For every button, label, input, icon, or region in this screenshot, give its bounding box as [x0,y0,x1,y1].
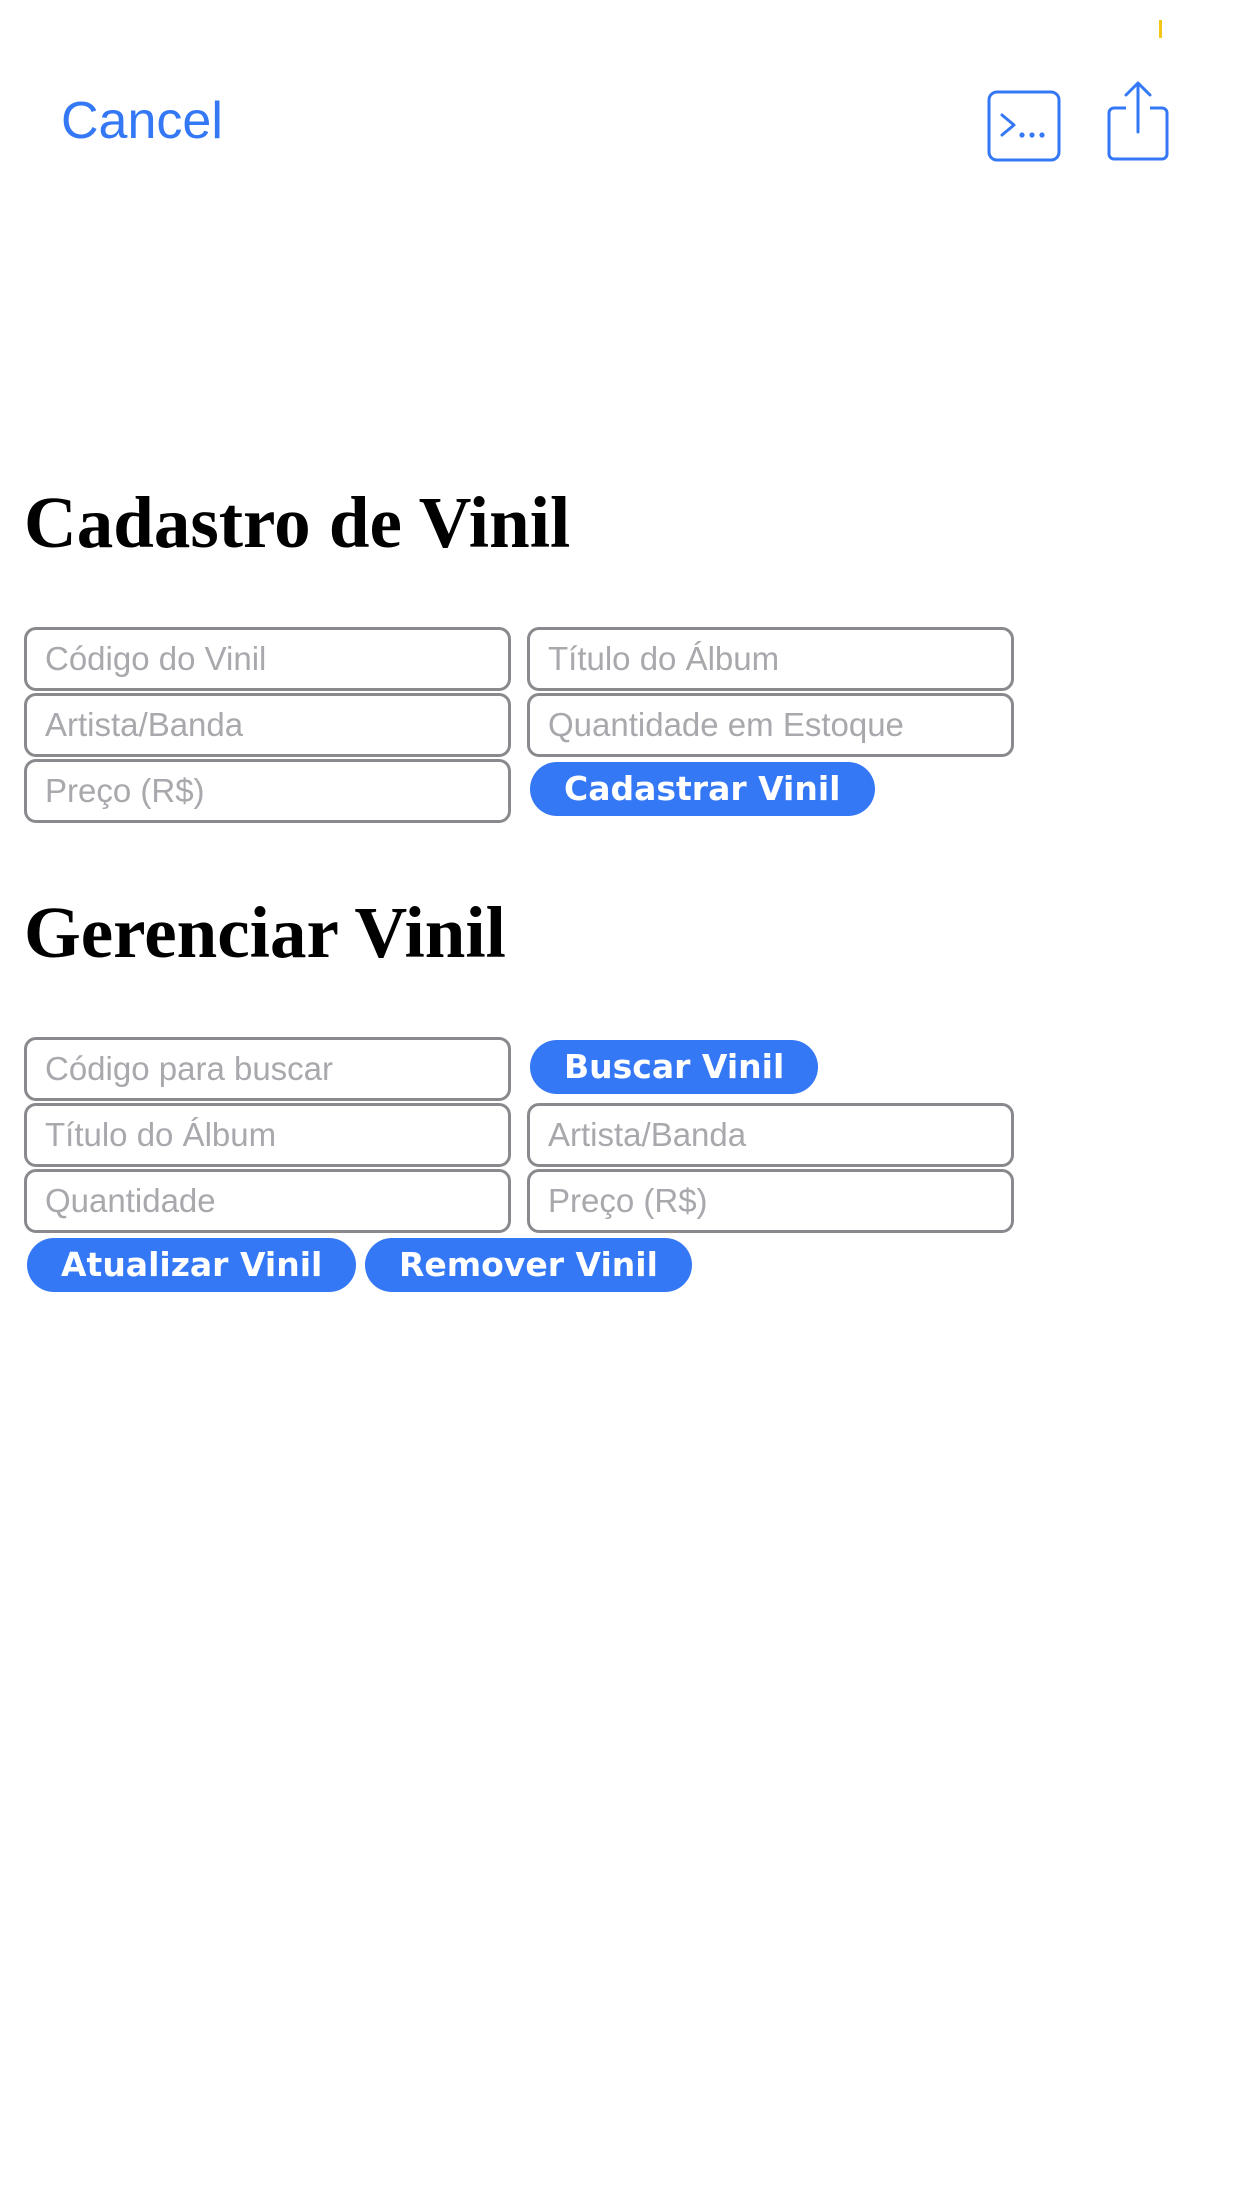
cancel-button[interactable]: Cancel [61,95,223,147]
manage-title: Gerenciar Vinil [24,892,506,973]
cadastrar-vinil-button[interactable]: Cadastrar Vinil [530,762,875,816]
preco-edit-input[interactable] [527,1169,1014,1233]
buscar-vinil-button[interactable]: Buscar Vinil [530,1040,819,1094]
artista-banda-edit-input[interactable] [527,1103,1014,1167]
titulo-album-input[interactable] [527,627,1014,691]
preco-input[interactable] [24,759,511,823]
register-title: Cadastro de Vinil [24,482,571,563]
share-button[interactable] [1106,80,1170,162]
share-icon [1107,81,1169,161]
console-icon [987,90,1061,162]
quantidade-edit-input[interactable] [24,1169,511,1233]
top-toolbar: Cancel [0,0,1242,200]
artista-banda-input[interactable] [24,693,511,757]
atualizar-vinil-button[interactable]: Atualizar Vinil [27,1238,357,1292]
codigo-vinil-input[interactable] [24,627,511,691]
codigo-busca-input[interactable] [24,1037,511,1101]
quantidade-estoque-input[interactable] [527,693,1014,757]
titulo-album-edit-input[interactable] [24,1103,511,1167]
remover-vinil-button[interactable]: Remover Vinil [365,1238,692,1292]
console-button[interactable] [987,90,1061,162]
